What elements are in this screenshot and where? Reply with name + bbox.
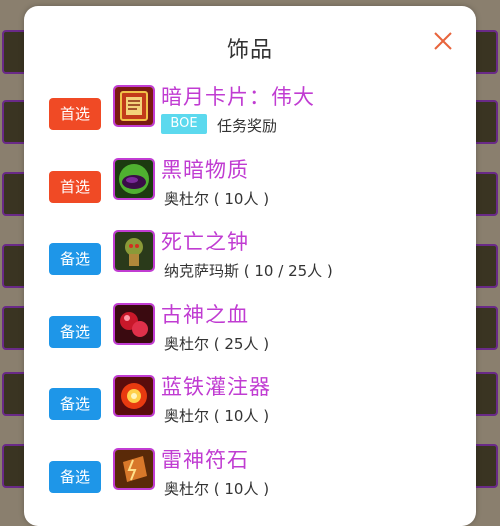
list-item[interactable]: 备选 死亡之钟 纳克萨玛斯 ( 10 / 25人 ) [24, 230, 476, 307]
item-name: 古神之血 [161, 303, 249, 327]
modal-title: 饰品 [226, 38, 273, 63]
item-name: 蓝铁灌注器 [161, 375, 271, 399]
list-item[interactable]: 首选 黑暗物质 奥杜尔 ( 10人 ) [24, 158, 476, 235]
list-item[interactable]: 备选 蓝铁灌注器 奥杜尔 ( 10人 ) [24, 375, 476, 452]
priority-tag: 备选 [49, 243, 101, 275]
list-item[interactable]: 首选 暗月卡片：伟大 BOE 任务奖励 [24, 85, 476, 162]
close-button[interactable] [432, 30, 454, 52]
priority-tag: 备选 [49, 461, 101, 493]
priority-tag: 首选 [49, 171, 101, 203]
item-name: 暗月卡片：伟大 [161, 85, 315, 109]
blood-of-old-god-icon [113, 303, 155, 345]
item-name: 黑暗物质 [161, 158, 249, 182]
dark-matter-icon [113, 158, 155, 200]
darkmoon-card-icon [113, 85, 155, 127]
item-source: 奥杜尔 ( 10人 ) [164, 480, 270, 498]
priority-tag: 首选 [49, 98, 101, 130]
priority-tag: 备选 [49, 388, 101, 420]
list-item[interactable]: 备选 雷神符石 奥杜尔 ( 10人 ) [24, 448, 476, 525]
item-source: 奥杜尔 ( 10人 ) [164, 407, 270, 425]
item-source: 任务奖励 [217, 117, 278, 135]
item-source: 纳克萨玛斯 ( 10 / 25人 ) [164, 262, 333, 280]
background-right-strip [472, 0, 500, 512]
deaths-verdict-icon [113, 230, 155, 272]
item-source: 奥杜尔 ( 25人 ) [164, 335, 270, 353]
background-left-strip [0, 0, 28, 512]
thunder-rune-icon [113, 448, 155, 490]
trinket-modal: 饰品 首选 暗月卡片：伟大 BOE 任务奖励 首选 黑暗物质 奥杜尔 (10人… [24, 6, 476, 526]
priority-tag: 备选 [49, 316, 101, 348]
item-name: 雷神符石 [161, 448, 249, 472]
close-icon [434, 32, 452, 50]
boe-badge: BOE [161, 114, 207, 134]
item-source: 奥杜尔 ( 10人 ) [164, 190, 270, 208]
item-name: 死亡之钟 [161, 230, 249, 254]
bluesteel-infuser-icon [113, 375, 155, 417]
